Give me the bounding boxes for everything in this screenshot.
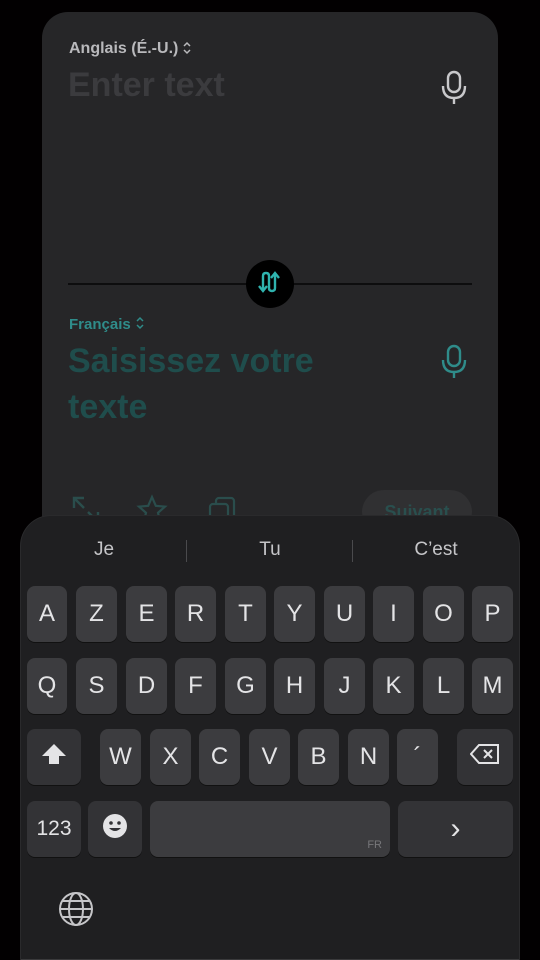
key[interactable]: N [348, 729, 389, 785]
key[interactable]: B [298, 729, 339, 785]
key[interactable]: I [373, 586, 414, 642]
key[interactable]: Y [274, 586, 315, 642]
key[interactable]: T [225, 586, 266, 642]
suggestion-item[interactable]: C’est [353, 530, 519, 570]
key[interactable]: M [472, 658, 513, 714]
source-language-label: Anglais (É.-U.) [69, 40, 179, 57]
shift-icon [40, 741, 68, 774]
source-language-selector[interactable]: Anglais (É.-U.) [69, 40, 192, 58]
screen: Anglais (É.-U.) Enter text Français Sais… [0, 0, 540, 960]
key[interactable]: S [76, 658, 117, 714]
key[interactable]: Z [76, 586, 117, 642]
space-key[interactable]: FR [150, 801, 390, 857]
key[interactable]: W [100, 729, 141, 785]
key[interactable]: X [150, 729, 191, 785]
key[interactable]: E [126, 586, 167, 642]
next-key[interactable]: › [398, 801, 513, 857]
chevron-updown-icon [182, 41, 192, 58]
key[interactable]: P [472, 586, 513, 642]
key[interactable]: L [423, 658, 464, 714]
key[interactable]: G [225, 658, 266, 714]
space-language-label: FR [367, 839, 382, 851]
microphone-icon[interactable] [440, 70, 468, 106]
swap-icon [257, 270, 283, 299]
target-language-label: Français [69, 316, 131, 333]
backspace-key[interactable] [457, 729, 513, 785]
microphone-icon[interactable] [440, 344, 468, 380]
suggestion-bar: Je Tu C’est [21, 530, 519, 570]
emoji-key[interactable] [88, 801, 142, 857]
key[interactable]: C [199, 729, 240, 785]
key[interactable]: V [249, 729, 290, 785]
key[interactable]: Q [27, 658, 67, 714]
key[interactable]: A [27, 586, 67, 642]
swap-languages-button[interactable] [246, 260, 294, 308]
key[interactable]: K [373, 658, 414, 714]
suggestion-item[interactable]: Je [21, 530, 187, 570]
suggestion-item[interactable]: Tu [187, 530, 353, 570]
target-text-placeholder[interactable]: Saisissez votre texte [68, 338, 398, 430]
key[interactable]: D [126, 658, 167, 714]
numbers-key[interactable]: 123 [27, 801, 81, 857]
globe-icon[interactable] [57, 890, 95, 928]
emoji-icon [101, 812, 129, 847]
key[interactable]: H [274, 658, 315, 714]
key[interactable]: R [175, 586, 216, 642]
shift-key[interactable] [27, 729, 81, 785]
key[interactable]: ´ [397, 729, 438, 785]
key[interactable]: O [423, 586, 464, 642]
key[interactable]: F [175, 658, 216, 714]
key[interactable]: U [324, 586, 365, 642]
source-text-input[interactable]: Enter text [68, 66, 225, 105]
keyboard: Je Tu C’est A Z E R T Y U I O P Q S D F … [21, 516, 519, 960]
target-language-selector[interactable]: Français [69, 316, 145, 333]
chevron-updown-icon [135, 316, 145, 333]
key[interactable]: J [324, 658, 365, 714]
backspace-icon [469, 743, 500, 772]
